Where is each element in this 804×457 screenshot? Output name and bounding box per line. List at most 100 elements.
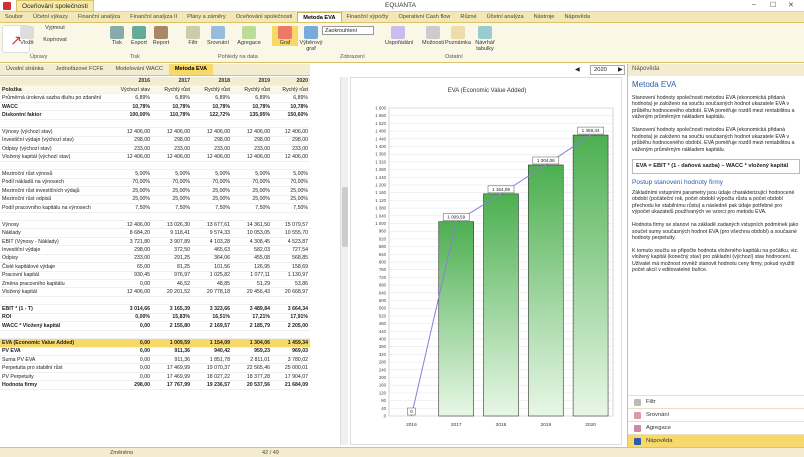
table-cell[interactable]: 3 664,34: [272, 304, 310, 314]
table-cell[interactable]: 3 907,89: [152, 237, 192, 247]
table-cell[interactable]: 12 406,00: [272, 127, 310, 137]
table-cell[interactable]: 0,00: [112, 363, 152, 373]
table-cell[interactable]: 2 155,80: [152, 321, 192, 331]
table-cell[interactable]: 25,00%: [192, 195, 232, 205]
table-cell[interactable]: 911,36: [152, 355, 192, 365]
table-cell[interactable]: 25,00%: [232, 186, 272, 196]
maximize-icon[interactable]: ☐: [770, 1, 776, 9]
table-cell[interactable]: [152, 330, 192, 340]
table-cell[interactable]: 25,00%: [112, 195, 152, 205]
table-cell[interactable]: 12 406,00: [112, 127, 152, 137]
table-cell[interactable]: 7,50%: [112, 203, 152, 213]
table-cell[interactable]: 70,00%: [272, 178, 310, 188]
table-cell[interactable]: 5,00%: [152, 169, 192, 179]
table-cell[interactable]: 126,95: [232, 262, 272, 272]
table-cell[interactable]: 959,23: [232, 347, 272, 356]
table-cell[interactable]: 298,00: [272, 136, 310, 146]
pane-item[interactable]: Nápověda: [628, 434, 804, 447]
table-cell[interactable]: 0,00: [112, 279, 152, 289]
table-cell[interactable]: 5,00%: [272, 169, 310, 179]
table-cell[interactable]: 465,63: [192, 245, 232, 255]
table-cell[interactable]: 298,00: [112, 380, 152, 390]
menu-item[interactable]: Soubor: [0, 12, 28, 22]
table-cell[interactable]: 53,86: [272, 279, 310, 289]
ribbon-button[interactable]: Uspořádání: [385, 26, 413, 46]
table-cell[interactable]: 14 361,50: [232, 220, 272, 230]
ribbon-button[interactable]: Vložit: [14, 26, 40, 46]
table-cell[interactable]: 7,50%: [272, 203, 310, 213]
table-cell[interactable]: 3 780,02: [272, 355, 310, 365]
table-cell[interactable]: 15 079,57: [272, 220, 310, 230]
table-cell[interactable]: 25,00%: [192, 186, 232, 196]
table-cell[interactable]: 19 236,57: [192, 380, 232, 390]
table-cell[interactable]: [192, 296, 232, 306]
table-cell[interactable]: 15,83%: [152, 313, 192, 323]
table-cell[interactable]: 70,00%: [232, 178, 272, 188]
table-cell[interactable]: 17 469,99: [152, 372, 192, 382]
table-cell[interactable]: 298,00: [112, 136, 152, 146]
table-cell[interactable]: 20 456,43: [232, 287, 272, 297]
table-cell[interactable]: 364,06: [192, 254, 232, 264]
table-cell[interactable]: 4 103,28: [192, 237, 232, 247]
table-cell[interactable]: 21 684,09: [272, 380, 310, 390]
document-tab[interactable]: Oceňování společnosti: [16, 0, 94, 12]
table-cell[interactable]: 1 154,09: [192, 338, 232, 348]
table-cell[interactable]: 25,00%: [272, 195, 310, 205]
table-cell[interactable]: 5,00%: [232, 169, 272, 179]
table-cell[interactable]: 940,42: [192, 347, 232, 356]
table-cell[interactable]: 12 406,00: [112, 152, 152, 162]
table-cell[interactable]: 1 459,34: [272, 338, 310, 348]
table-cell[interactable]: [232, 119, 272, 129]
table-cell[interactable]: 298,00: [152, 136, 192, 146]
scroll-thumb[interactable]: [342, 187, 348, 247]
table-cell[interactable]: 10,78%: [112, 102, 152, 112]
table-cell[interactable]: 16,51%: [192, 313, 232, 323]
table-cell[interactable]: 6,89%: [152, 93, 192, 103]
table-cell[interactable]: 3 014,66: [112, 304, 152, 314]
table-cell[interactable]: [192, 330, 232, 340]
table-cell[interactable]: 0,00: [112, 372, 152, 382]
menu-item[interactable]: Finanční analýza II: [125, 12, 182, 22]
table-cell[interactable]: 2 185,79: [232, 321, 272, 331]
table-cell[interactable]: 25 000,01: [272, 363, 310, 373]
table-cell[interactable]: 65,00: [112, 262, 152, 272]
table-cell[interactable]: 3 721,80: [112, 237, 152, 247]
table-cell[interactable]: 158,69: [272, 262, 310, 272]
table-cell[interactable]: 455,08: [232, 254, 272, 264]
table-cell[interactable]: 1 130,97: [272, 271, 310, 281]
prev-year-icon[interactable]: ◀: [575, 66, 580, 73]
table-cell[interactable]: 2 811,01: [232, 355, 272, 365]
pane-item[interactable]: Filtr: [628, 395, 804, 408]
grid-scrollbar[interactable]: [340, 77, 348, 445]
table-cell[interactable]: [112, 119, 152, 129]
table-cell[interactable]: 48,85: [192, 279, 232, 289]
table-cell[interactable]: 6,89%: [192, 93, 232, 103]
table-cell[interactable]: 25,00%: [152, 195, 192, 205]
table-cell[interactable]: 13 026,30: [152, 220, 192, 230]
table-cell[interactable]: 233,00: [112, 144, 152, 154]
table-cell[interactable]: 3 165,39: [152, 304, 192, 314]
menu-item[interactable]: Nápověda: [559, 12, 595, 22]
table-cell[interactable]: 51,29: [232, 279, 272, 289]
ribbon-button[interactable]: Návrhář tabulky: [472, 26, 498, 52]
table-cell[interactable]: 7,50%: [232, 203, 272, 213]
table-cell[interactable]: 0,00: [112, 321, 152, 331]
table-cell[interactable]: 233,00: [152, 144, 192, 154]
table-cell[interactable]: 12 406,00: [152, 152, 192, 162]
menu-item[interactable]: Účetní analýza: [482, 12, 529, 22]
table-cell[interactable]: [152, 161, 192, 171]
ribbon-button[interactable]: Graf: [272, 26, 298, 46]
minimize-icon[interactable]: –: [752, 1, 756, 8]
table-cell[interactable]: 25,00%: [232, 195, 272, 205]
rounding-select[interactable]: Zaokrouhlení: [322, 26, 374, 35]
table-cell[interactable]: 25,00%: [272, 186, 310, 196]
table-cell[interactable]: 12 406,00: [192, 127, 232, 137]
table-cell[interactable]: 5,00%: [112, 169, 152, 179]
table-cell[interactable]: 3 323,66: [192, 304, 232, 314]
table-cell[interactable]: 930,45: [112, 271, 152, 281]
menu-item[interactable]: Plány a záměry: [182, 12, 231, 22]
ribbon-button[interactable]: Poznámka: [445, 26, 471, 46]
table-cell[interactable]: 0,00: [112, 338, 152, 348]
ribbon-button[interactable]: Vyjmout: [42, 25, 68, 31]
table-cell[interactable]: 12 406,00: [192, 152, 232, 162]
